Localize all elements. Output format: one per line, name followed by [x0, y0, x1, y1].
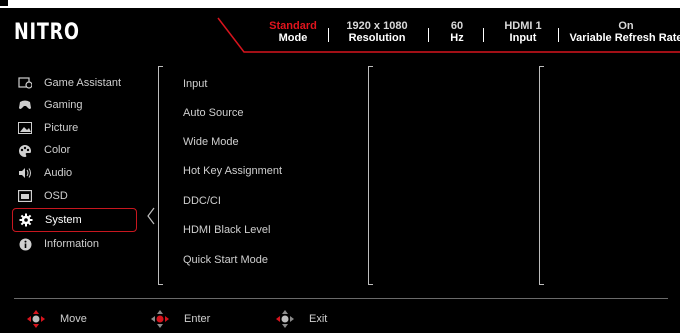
status-separator: [328, 28, 329, 42]
system-item-hdmi-black-level[interactable]: HDMI Black Level: [183, 224, 270, 236]
system-item-wide-mode[interactable]: Wide Mode: [183, 136, 239, 148]
menu-item-system[interactable]: System: [12, 208, 137, 232]
system-item-input[interactable]: Input: [183, 78, 207, 90]
selection-caret-icon: [147, 207, 155, 225]
exit-dpad-icon: [276, 310, 294, 328]
status-mode: Standard Mode: [269, 20, 317, 44]
system-item-hot-key-assignment[interactable]: Hot Key Assignment: [183, 165, 282, 177]
status-separator: [428, 28, 429, 42]
top-strip-mark: [0, 0, 8, 6]
info-icon: [18, 237, 32, 251]
footer-exit-hint: Exit: [275, 309, 327, 329]
menu-item-game-assistant[interactable]: Game Assistant: [18, 73, 121, 93]
menu-item-picture[interactable]: Picture: [18, 118, 78, 138]
status-input: HDMI 1 Input: [504, 20, 542, 44]
enter-dpad-icon: [151, 310, 169, 328]
status-vrr: On Variable Refresh Rate: [569, 20, 680, 44]
game-assistant-icon: [18, 76, 32, 90]
osd-icon: [18, 189, 32, 203]
system-item-quick-start-mode[interactable]: Quick Start Mode: [183, 254, 268, 266]
status-resolution: 1920 x 1080 Resolution: [346, 20, 408, 44]
status-refresh-rate: 60 Hz: [450, 20, 464, 44]
footer-enter-hint: Enter: [150, 309, 210, 329]
picture-icon: [18, 121, 32, 135]
status-separator: [483, 28, 484, 42]
footer-divider: [14, 298, 668, 299]
top-strip: [0, 0, 680, 8]
move-dpad-icon: [27, 310, 45, 328]
menu-item-gaming[interactable]: Gaming: [18, 95, 83, 115]
gear-icon: [19, 213, 33, 227]
speaker-icon: [18, 166, 32, 180]
palette-icon: [18, 143, 32, 157]
menu-item-osd[interactable]: OSD: [18, 186, 68, 206]
menu-item-information[interactable]: Information: [18, 234, 99, 254]
value-column-bracket: [539, 66, 547, 285]
status-separator: [558, 28, 559, 42]
menu-item-audio[interactable]: Audio: [18, 163, 72, 183]
osd-header: NITRO Standard Mode 1920 x 1080 Resoluti…: [0, 8, 680, 58]
option-column-bracket: [368, 66, 376, 285]
footer-move-hint: Move: [26, 309, 87, 329]
system-item-ddc-ci[interactable]: DDC/CI: [183, 195, 221, 207]
menu-item-color[interactable]: Color: [18, 140, 70, 160]
gamepad-icon: [18, 98, 32, 112]
system-item-auto-source[interactable]: Auto Source: [183, 107, 244, 119]
system-column-bracket: [158, 66, 166, 285]
